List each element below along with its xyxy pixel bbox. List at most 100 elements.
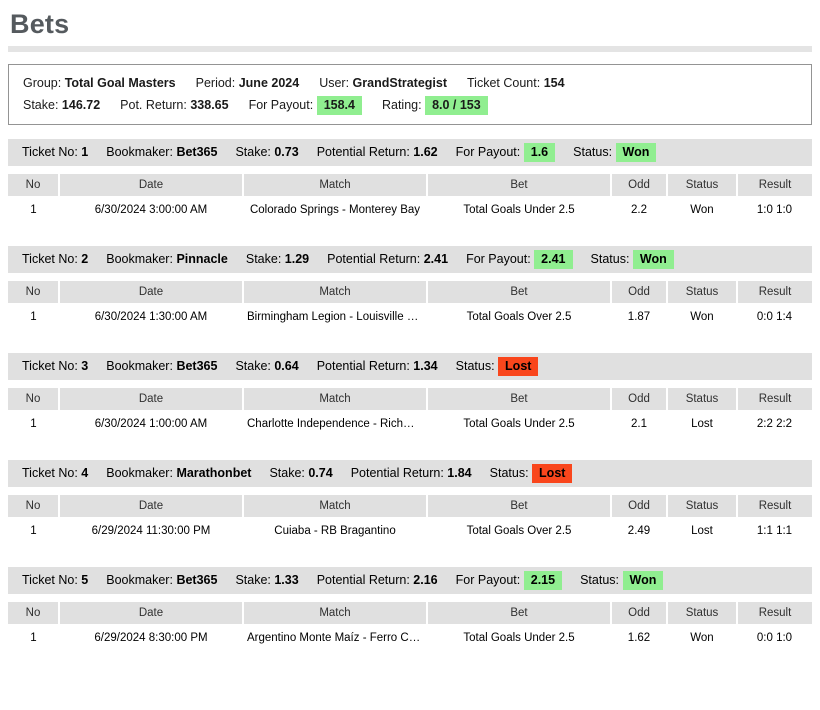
ticket-potential-return-value: 2.16 — [413, 572, 438, 587]
ticket-no-value: 5 — [81, 572, 89, 587]
cell-odd: 1.87 — [627, 310, 651, 323]
column-header-odd[interactable]: Odd — [611, 387, 668, 410]
column-header-bet[interactable]: Bet — [427, 387, 612, 410]
column-header-date[interactable]: Date — [59, 601, 244, 624]
ticket-stake: Stake: 0.64 — [235, 359, 298, 373]
cell-match: Cuiaba - RB Bragantino — [274, 524, 396, 537]
ticket-bookmaker-label: Bookmaker: — [106, 465, 173, 480]
table-row[interactable]: 1 6/30/2024 1:00:00 AM Charlotte Independe… — [8, 410, 812, 438]
ticket-bookmaker-label: Bookmaker: — [106, 251, 173, 266]
column-header-result[interactable]: Result — [737, 387, 812, 410]
bets-table: No Date Match Bet Odd Status Result 1 6/30/2024 … — [8, 387, 812, 438]
column-header-match[interactable]: Match — [243, 387, 428, 410]
ticket-potential-return: Potential Return: 1.62 — [317, 145, 438, 159]
cell-odd: 1.62 — [627, 631, 651, 644]
ticket-no: Ticket No: 1 — [22, 145, 88, 159]
column-header-result[interactable]: Result — [737, 280, 812, 303]
ticket-stake-label: Stake: — [235, 358, 271, 373]
ticket-status: Status: Won — [591, 249, 674, 269]
ticket-for-payout-label: For Payout: — [466, 251, 531, 266]
column-header-bet[interactable]: Bet — [427, 280, 612, 303]
bets-table: No Date Match Bet Odd Status Result 1 6/29/2024 … — [8, 494, 812, 545]
cell-date: 6/29/2024 8:30:00 PM — [94, 631, 208, 644]
summary-pot-return-value: 338.65 — [190, 97, 229, 112]
column-header-odd[interactable]: Odd — [611, 280, 668, 303]
ticket-potential-return: Potential Return: 1.84 — [351, 466, 472, 480]
column-header-bet[interactable]: Bet — [427, 494, 612, 517]
bets-table: No Date Match Bet Odd Status Result 1 6/30/2024 … — [8, 173, 812, 224]
ticket-for-payout-value: 2.41 — [534, 249, 573, 269]
ticket-no: Ticket No: 5 — [22, 573, 88, 587]
ticket-no-value: 2 — [81, 251, 89, 266]
column-header-result[interactable]: Result — [737, 494, 812, 517]
cell-odd: 2.1 — [631, 417, 647, 430]
title-divider — [8, 45, 812, 52]
column-header-status[interactable]: Status — [667, 173, 738, 196]
column-header-date[interactable]: Date — [59, 494, 244, 517]
column-header-date[interactable]: Date — [59, 387, 244, 410]
ticket-no: Ticket No: 4 — [22, 466, 88, 480]
cell-result: 0:0 1:0 — [756, 631, 793, 644]
column-header-match[interactable]: Match — [243, 494, 428, 517]
cell-date: 6/29/2024 11:30:00 PM — [91, 524, 211, 537]
column-header-odd[interactable]: Odd — [611, 494, 668, 517]
summary-period: Period: June 2024 — [196, 76, 300, 90]
ticket-header: Ticket No: 2 Bookmaker: Pinnacle Stake: 1.… — [8, 245, 812, 273]
summary-box: Group: Total Goal Masters Period: June 20… — [8, 63, 812, 125]
ticket-stake-value: 1.33 — [274, 572, 299, 587]
ticket-no-label: Ticket No: — [22, 465, 78, 480]
column-header-odd[interactable]: Odd — [611, 601, 668, 624]
cell-match: Birmingham Legion - Louisville City — [247, 310, 427, 323]
column-header-date[interactable]: Date — [59, 280, 244, 303]
column-header-bet[interactable]: Bet — [427, 601, 612, 624]
column-header-no[interactable]: No — [8, 173, 60, 196]
ticket: Ticket No: 5 Bookmaker: Bet365 Stake: 1.33… — [8, 566, 812, 652]
summary-row-1: Group: Total Goal Masters Period: June 20… — [9, 72, 811, 94]
ticket-status: Status: Lost — [456, 356, 539, 376]
ticket-bookmaker: Bookmaker: Marathonbet — [106, 466, 251, 480]
table-row[interactable]: 1 6/30/2024 3:00:00 AM Colorado Springs - … — [8, 196, 812, 224]
summary-user-label: User: — [319, 75, 350, 90]
column-header-date[interactable]: Date — [59, 173, 244, 196]
ticket-header: Ticket No: 1 Bookmaker: Bet365 Stake: 0.73… — [8, 138, 812, 166]
ticket-potential-return-value: 1.84 — [447, 465, 472, 480]
summary-group: Group: Total Goal Masters — [23, 76, 176, 90]
column-header-odd[interactable]: Odd — [611, 173, 668, 196]
page-title: Bets — [10, 9, 70, 39]
ticket-bookmaker-label: Bookmaker: — [106, 572, 173, 587]
ticket-bookmaker: Bookmaker: Bet365 — [106, 145, 217, 159]
cell-status: Lost — [691, 524, 713, 537]
ticket-status-value: Won — [615, 142, 657, 162]
column-header-no[interactable]: No — [8, 601, 60, 624]
ticket-stake: Stake: 1.33 — [235, 573, 298, 587]
column-header-status[interactable]: Status — [667, 601, 738, 624]
ticket-no-value: 4 — [81, 465, 89, 480]
column-header-result[interactable]: Result — [737, 173, 812, 196]
column-header-status[interactable]: Status — [667, 280, 738, 303]
table-row[interactable]: 1 6/29/2024 8:30:00 PM Argentino Monte Maí… — [8, 624, 812, 652]
summary-pot-return-label: Pot. Return: — [120, 97, 187, 112]
ticket-status: Status: Won — [573, 142, 657, 162]
column-header-result[interactable]: Result — [737, 601, 812, 624]
ticket-no-label: Ticket No: — [22, 572, 78, 587]
column-header-bet[interactable]: Bet — [427, 173, 612, 196]
ticket-stake-label: Stake: — [269, 465, 305, 480]
summary-ticket-count: Ticket Count: 154 — [467, 76, 565, 90]
cell-result: 0:0 1:4 — [756, 310, 793, 323]
column-header-match[interactable]: Match — [243, 601, 428, 624]
ticket: Ticket No: 1 Bookmaker: Bet365 Stake: 0.73… — [8, 138, 812, 224]
ticket-no-value: 1 — [81, 144, 89, 159]
column-header-match[interactable]: Match — [243, 280, 428, 303]
column-header-status[interactable]: Status — [667, 387, 738, 410]
ticket-potential-return-label: Potential Return: — [316, 572, 410, 587]
table-row[interactable]: 1 6/29/2024 11:30:00 PM Cuiaba - RB Bragan… — [8, 517, 812, 545]
column-header-match[interactable]: Match — [243, 173, 428, 196]
column-header-status[interactable]: Status — [667, 494, 738, 517]
column-header-no[interactable]: No — [8, 387, 60, 410]
column-header-no[interactable]: No — [8, 280, 60, 303]
table-row[interactable]: 1 6/30/2024 1:30:00 AM Birmingham Legion -… — [8, 303, 812, 331]
ticket-bookmaker-value: Bet365 — [176, 572, 218, 587]
ticket-bookmaker-value: Marathonbet — [176, 465, 252, 480]
summary-user-value: GrandStrategist — [352, 75, 448, 90]
column-header-no[interactable]: No — [8, 494, 60, 517]
